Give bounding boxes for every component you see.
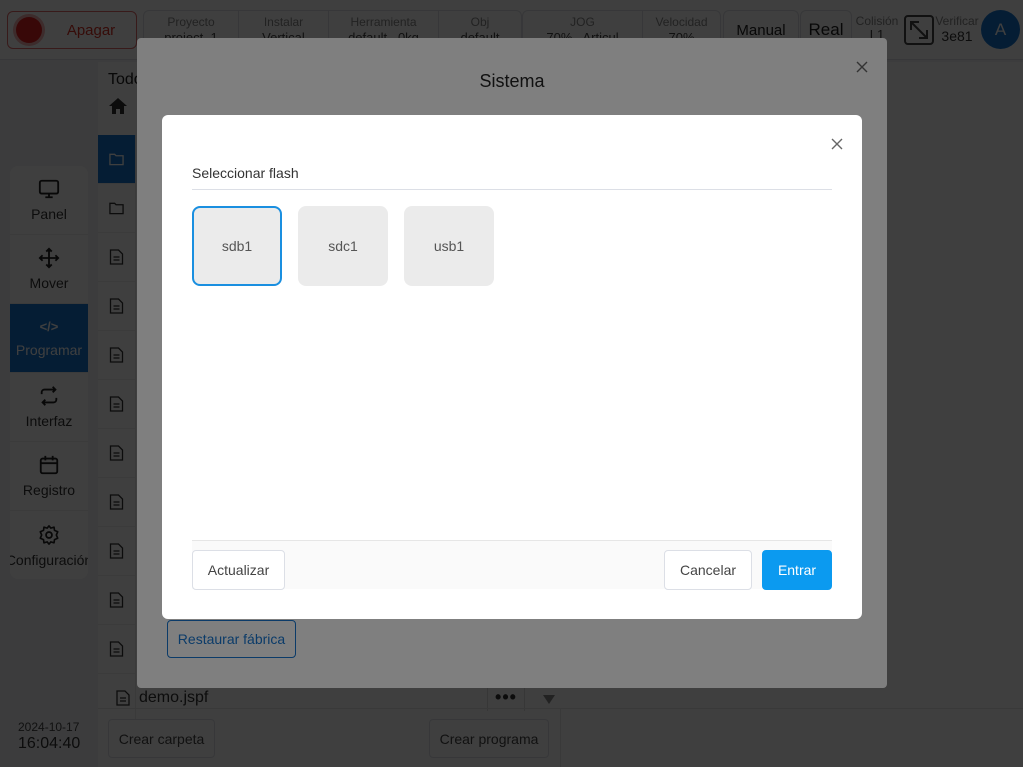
cancel-button[interactable]: Cancelar — [664, 550, 752, 590]
drive-option-usb1[interactable]: usb1 — [404, 206, 494, 286]
flash-select-dialog: Seleccionar flash sdb1 sdc1 usb1 Actuali… — [162, 115, 862, 619]
section-label: Seleccionar flash — [192, 165, 299, 181]
enter-button[interactable]: Entrar — [762, 550, 832, 590]
refresh-button[interactable]: Actualizar — [192, 550, 285, 590]
drive-option-sdb1[interactable]: sdb1 — [192, 206, 282, 286]
close-icon[interactable] — [830, 137, 844, 151]
divider — [192, 189, 832, 190]
dialog-footer: Actualizar Cancelar Entrar — [192, 540, 832, 590]
drive-option-sdc1[interactable]: sdc1 — [298, 206, 388, 286]
